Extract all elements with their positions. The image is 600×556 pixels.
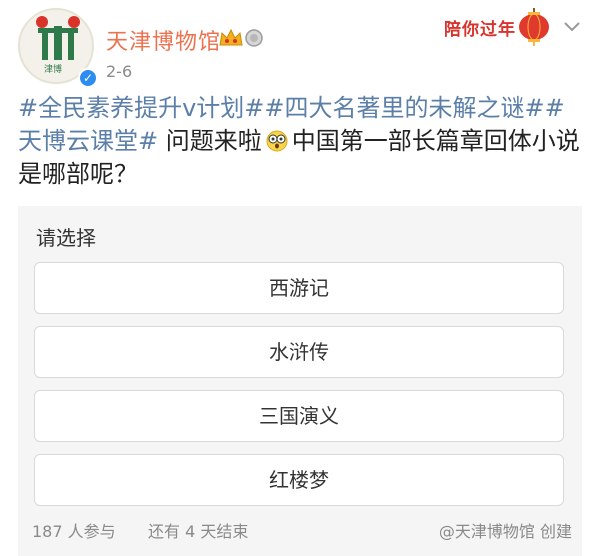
festival-badge[interactable]: 陪你过年 [440, 6, 558, 46]
lantern-icon [519, 8, 549, 46]
topic-link[interactable]: #全民素养提升v计划# [18, 94, 264, 122]
vote-option-1[interactable]: 西游记 [34, 262, 564, 314]
vote-creator-link[interactable]: @天津博物馆 创建 [439, 518, 572, 542]
svg-text:津博: 津博 [44, 63, 62, 75]
author-name[interactable]: 天津博物馆 [106, 24, 221, 56]
post-text: #全民素养提升v计划##四大名著里的未解之谜##天博云课堂# 问题来啦 中国第一部… [18, 92, 586, 191]
medal-badge-icon[interactable] [244, 28, 264, 48]
time-remaining: 还有 4 天结束 [148, 522, 249, 541]
post-header: 津博 ✓ 天津博物馆 2-6 陪你过年 [0, 0, 600, 96]
verified-icon: ✓ [78, 68, 98, 88]
post-text-intro: 问题来啦 [158, 127, 262, 155]
shocked-emoji-icon [266, 130, 288, 152]
chevron-down-icon[interactable] [562, 20, 582, 34]
post-date: 2-6 [106, 62, 133, 81]
vote-option-3[interactable]: 三国演义 [34, 390, 564, 442]
vote-option-2[interactable]: 水浒传 [34, 326, 564, 378]
crown-badge-icon[interactable] [218, 27, 244, 49]
participants-count: 187 人参与 [32, 522, 116, 541]
topic-link[interactable]: #四大名著里的未解之谜# [264, 94, 544, 122]
vote-option-4[interactable]: 红楼梦 [34, 454, 564, 506]
vote-title: 请选择 [36, 226, 96, 250]
vote-card: 请选择 西游记 水浒传 三国演义 红楼梦 187 人参与 还有 4 天结束 @天… [18, 206, 582, 556]
festival-badge-label: 陪你过年 [444, 20, 516, 40]
avatar[interactable]: 津博 ✓ [18, 8, 98, 88]
vote-footer: 187 人参与 还有 4 天结束 @天津博物馆 创建 [32, 518, 572, 542]
